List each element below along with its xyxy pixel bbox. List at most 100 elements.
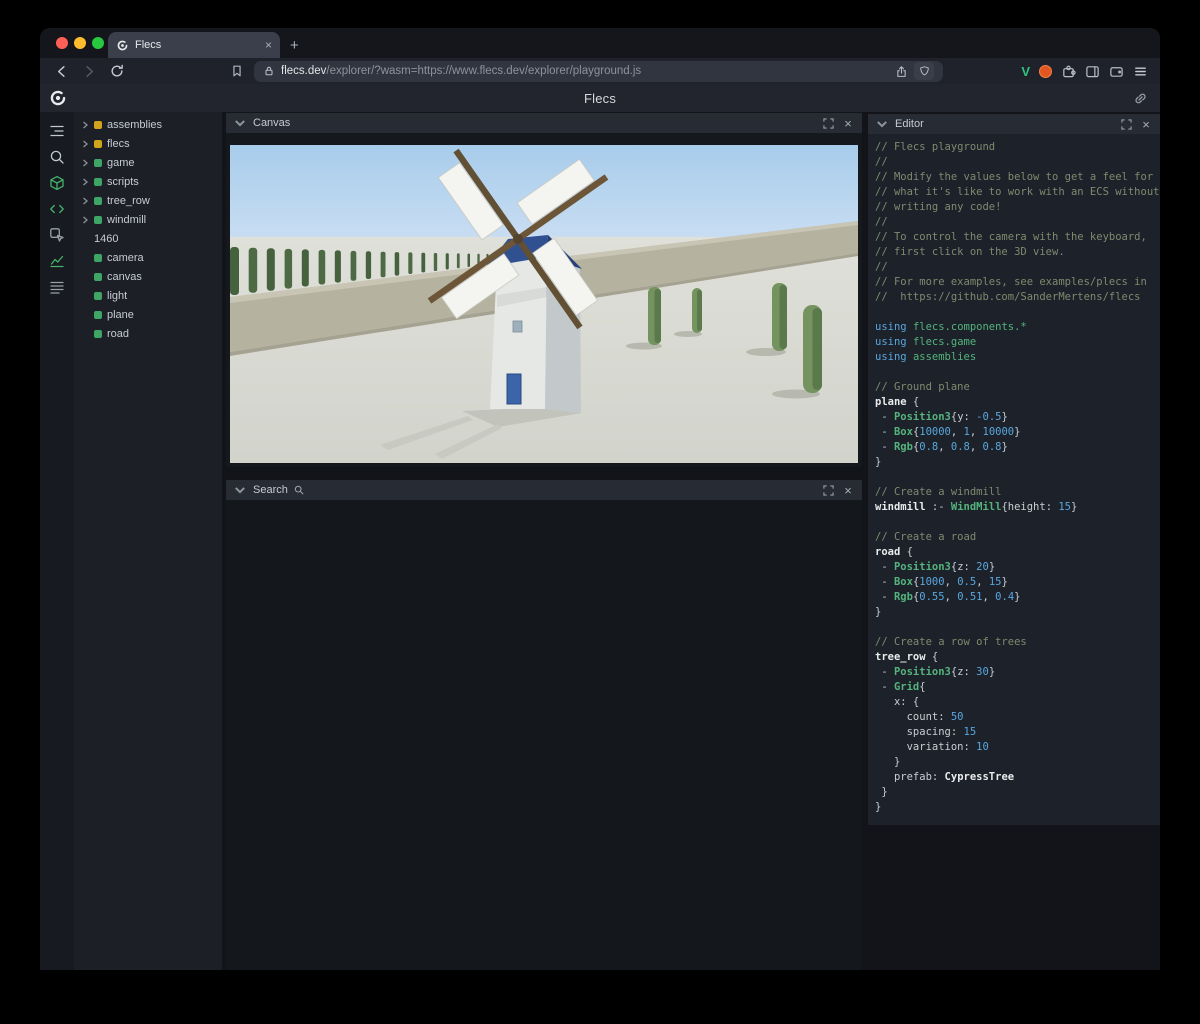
entity-color-square <box>94 272 102 281</box>
entity-color-square <box>94 177 102 186</box>
share-link-button[interactable] <box>1133 91 1148 106</box>
editor-column: Editor × // Flecs playground // // Modify … <box>868 114 1160 970</box>
tree-item-label: canvas <box>107 270 142 283</box>
forward-icon <box>85 65 93 77</box>
code-line: plane { <box>875 396 920 408</box>
chevron-right-icon <box>83 140 88 147</box>
expand-panel-button[interactable] <box>1119 117 1133 131</box>
editor-panel: Editor × // Flecs playground // // Modify … <box>868 114 1160 825</box>
code-line: count: 50 <box>875 711 964 723</box>
extensions-cluster: V <box>1021 64 1150 79</box>
extension-v-icon[interactable]: V <box>1021 64 1030 79</box>
code-area[interactable]: // Flecs playground // // Modify the value… <box>868 134 1160 825</box>
url-bar[interactable]: flecs.dev/explorer/?wasm=https://www.fle… <box>254 60 944 82</box>
stats-chart-icon[interactable] <box>45 250 69 272</box>
chevron-right-icon <box>83 197 88 204</box>
tree-item-road[interactable]: road <box>74 324 222 343</box>
tree-item-label: light <box>107 289 128 302</box>
fullscreen-icon <box>822 484 834 496</box>
entities-cube-icon[interactable] <box>45 172 69 194</box>
canvas-3d-scene[interactable] <box>230 145 858 463</box>
code-line: prefab: CypressTree <box>875 771 1015 783</box>
url-domain: flecs.dev <box>281 65 327 77</box>
close-panel-button[interactable]: × <box>841 116 855 130</box>
app-header: Flecs <box>40 84 1160 112</box>
browser-tab[interactable]: Flecs × <box>108 32 280 58</box>
tree-item-tree_row[interactable]: tree_row <box>74 191 222 210</box>
expand-panel-button[interactable] <box>821 116 835 130</box>
back-icon <box>57 65 65 77</box>
url-path: /explorer/?wasm=https://www.flecs.dev/ex… <box>326 65 642 77</box>
search-icon[interactable] <box>45 146 69 168</box>
content-area: assemblies flecs game scripts tree_rowwindmi… <box>40 112 1160 970</box>
brave-shield-button[interactable] <box>914 62 935 80</box>
collapse-caret-icon[interactable] <box>233 483 247 497</box>
code-line: using flecs.game <box>875 336 977 348</box>
code-line: // https://github.com/SanderMertens/flec… <box>875 291 1141 303</box>
tree-item-flecs[interactable]: flecs <box>74 134 222 153</box>
minimize-window-button[interactable] <box>74 37 86 49</box>
tree-item-canvas[interactable]: canvas <box>74 267 222 286</box>
code-line: } <box>875 756 901 768</box>
tree-item-label: game <box>107 156 135 169</box>
entity-color-square <box>94 158 102 167</box>
entity-color-square <box>94 253 102 262</box>
tree-item-game[interactable]: game <box>74 153 222 172</box>
entity-color-square <box>94 215 102 224</box>
search-panel: Search × <box>226 480 862 970</box>
new-tab-button[interactable]: + <box>280 32 309 58</box>
collapse-caret-icon[interactable] <box>233 116 247 130</box>
tree-item-light[interactable]: light <box>74 286 222 305</box>
sidebar-toggle-icon[interactable] <box>1085 64 1100 79</box>
wallet-icon[interactable] <box>1109 64 1124 79</box>
tree-item-plane[interactable]: plane <box>74 305 222 324</box>
code-line: // For more examples, see examples/plecs… <box>875 276 1147 288</box>
inspect-icon[interactable] <box>45 224 69 246</box>
code-line: x: { <box>875 696 920 708</box>
share-icon[interactable] <box>895 65 908 78</box>
close-panel-button[interactable]: × <box>841 483 855 497</box>
close-panel-button[interactable]: × <box>1139 117 1153 131</box>
search-panel-body[interactable] <box>226 500 862 970</box>
center-column: Canvas × Search × <box>226 113 862 970</box>
canvas-panel: Canvas × <box>226 113 862 467</box>
reload-button[interactable] <box>106 60 128 82</box>
menu-hamburger-icon[interactable] <box>1133 64 1148 79</box>
tree-item-windmill[interactable]: windmill <box>74 210 222 229</box>
queries-list-icon[interactable] <box>45 276 69 298</box>
code-icon[interactable] <box>45 198 69 220</box>
chevron-right-icon <box>83 178 88 185</box>
flecs-logo-icon <box>49 89 67 107</box>
bookmark-button[interactable] <box>226 60 248 82</box>
tab-bar: Flecs × + <box>40 28 1160 58</box>
back-button[interactable] <box>50 60 72 82</box>
expand-panel-button[interactable] <box>821 483 835 497</box>
maximize-window-button[interactable] <box>92 37 104 49</box>
close-window-button[interactable] <box>56 37 68 49</box>
entity-color-square <box>94 139 102 148</box>
code-line: // what it's like to work with an ECS wi… <box>875 186 1160 198</box>
collapse-caret-icon[interactable] <box>875 117 889 131</box>
outline-tree-icon[interactable] <box>45 120 69 142</box>
tree-item-camera[interactable]: camera <box>74 248 222 267</box>
tree-item-assemblies[interactable]: assemblies <box>74 115 222 134</box>
tab-close-icon[interactable]: × <box>265 39 272 51</box>
tree-item-scripts[interactable]: scripts <box>74 172 222 191</box>
forward-button[interactable] <box>78 60 100 82</box>
editor-panel-header: Editor × <box>868 114 1160 134</box>
entity-color-square <box>94 196 102 205</box>
extensions-puzzle-icon[interactable] <box>1061 64 1076 79</box>
code-line: // Create a row of trees <box>875 636 1027 648</box>
brave-rewards-icon[interactable] <box>1039 64 1052 78</box>
code-line: - Position3{z: 20} <box>875 561 996 573</box>
code-line: - Position3{y: -0.5} <box>875 411 1008 423</box>
link-icon <box>1135 93 1146 103</box>
entity-color-square <box>94 120 102 129</box>
navigation-bar: flecs.dev/explorer/?wasm=https://www.fle… <box>40 58 1160 84</box>
tree-item-label: tree_row <box>107 194 150 207</box>
tree-item-1460[interactable]: 1460 <box>74 229 222 248</box>
canvas-panel-body <box>226 133 862 467</box>
fullscreen-icon <box>822 117 834 129</box>
